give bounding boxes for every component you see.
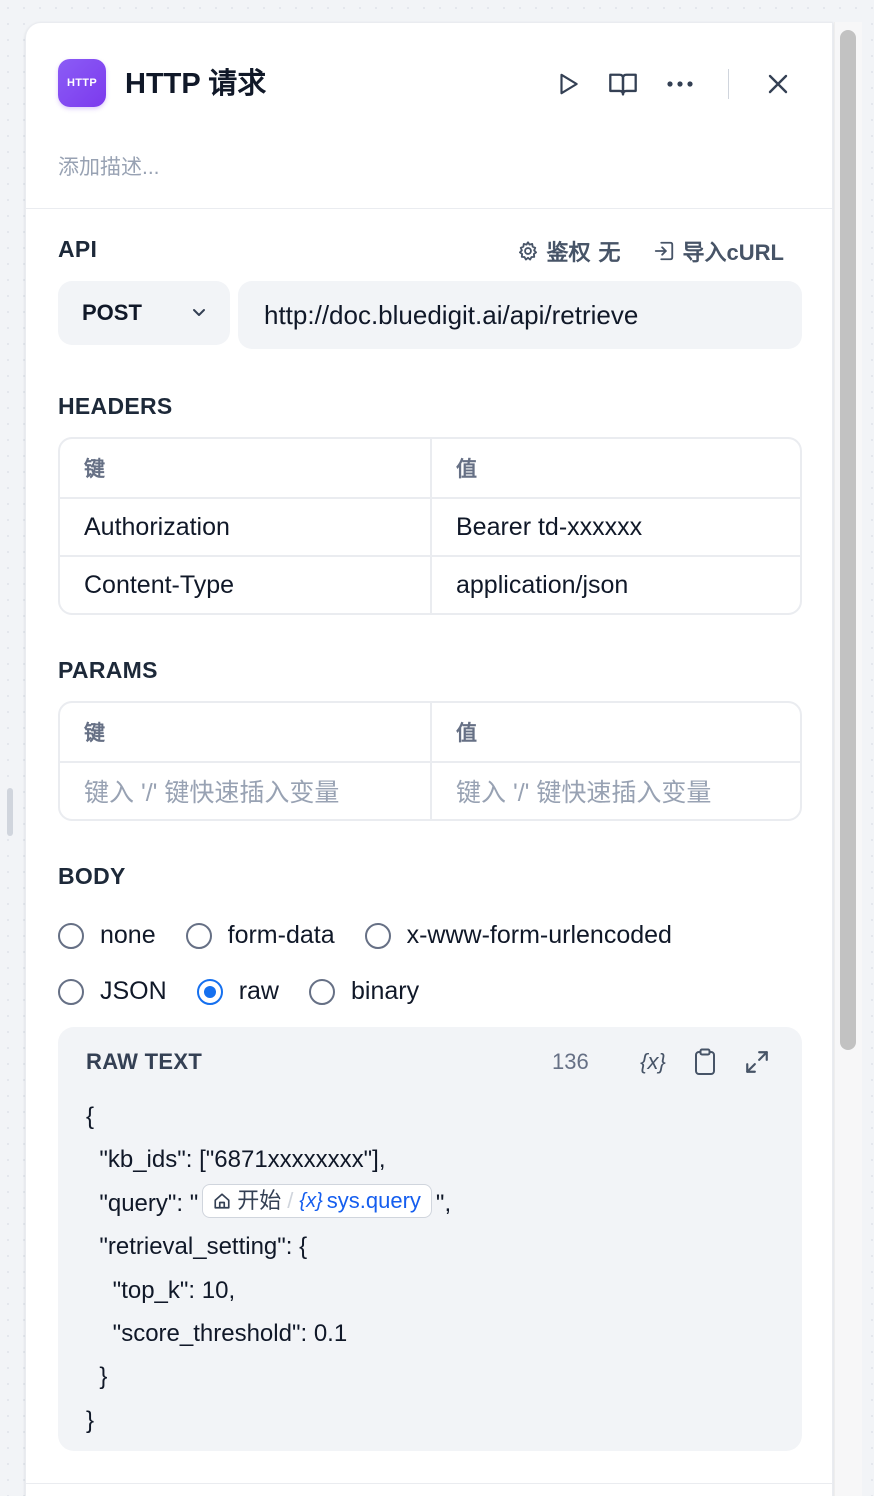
run-button[interactable] — [551, 67, 585, 101]
auth-value: 无 — [598, 240, 621, 265]
table-row: 键入 '/' 键快速插入变量 键入 '/' 键快速插入变量 — [60, 761, 800, 819]
radio-circle — [58, 922, 84, 949]
headers-section-title: HEADERS — [58, 393, 173, 419]
code-line: } — [86, 1406, 95, 1434]
radio-label: JSON — [100, 977, 167, 1005]
code-line: { — [86, 1103, 95, 1130]
chip-variable-icon: {x} — [299, 1190, 323, 1213]
home-icon — [214, 1193, 230, 1210]
http-node-panel: HTTP HTTP 请求 添加描述... API 鉴权 无 导入cURL POS… — [25, 22, 833, 1496]
headers-table: 键 值 Authorization Bearer td-xxxxxx Conte… — [58, 437, 802, 615]
code-text: "kb_ids": ["6871xxxxxxxx"], — [86, 1146, 386, 1174]
code-text: "query": " — [86, 1189, 199, 1217]
header-divider — [728, 69, 729, 99]
radio-circle — [364, 922, 391, 949]
raw-text-editor: RAW TEXT 136 {x} { "kb_ids": ["6871xxxxx… — [58, 1027, 802, 1451]
import-curl-button[interactable]: 导入cURL — [653, 235, 784, 267]
header-value-input[interactable]: application/json — [430, 557, 800, 613]
radio-none[interactable]: none — [58, 921, 156, 950]
body-type-radios-row-2: JSON raw binary — [58, 977, 449, 1006]
chip-separator: / — [287, 1188, 294, 1214]
close-button[interactable] — [761, 67, 795, 101]
radio-raw[interactable]: raw — [196, 977, 279, 1006]
editor-title: RAW TEXT — [86, 1049, 203, 1074]
method-value: POST — [82, 300, 142, 325]
key-column-header: 键 — [84, 722, 105, 745]
body-type-radios-row-1: none form-data x-www-form-urlencoded — [58, 921, 702, 950]
code-line: "kb_ids": ["6871xxxxxxxx"], — [86, 1138, 451, 1181]
body-section-title: BODY — [58, 863, 126, 889]
radio-circle — [308, 978, 335, 1005]
chip-variable-name: sys.query — [326, 1188, 421, 1214]
param-value-input[interactable]: 键入 '/' 键快速插入变量 — [430, 763, 800, 819]
insert-variable-button[interactable]: {x} — [636, 1045, 670, 1079]
radio-x-www-form-urlencoded[interactable]: x-www-form-urlencoded — [364, 921, 672, 950]
api-actions: 鉴权 无 导入cURL — [517, 235, 784, 267]
expand-icon — [746, 1051, 768, 1073]
scrollbar-thumb[interactable] — [840, 30, 856, 1050]
docs-button[interactable] — [606, 67, 640, 101]
book-icon — [609, 73, 637, 96]
header-value-input[interactable]: Bearer td-xxxxxx — [430, 499, 800, 555]
key-column-header: 键 — [84, 458, 105, 481]
radio-label: raw — [238, 977, 279, 1005]
code-line: "top_k": 10, — [86, 1276, 236, 1304]
bottom-separator — [26, 1483, 832, 1484]
radio-json[interactable]: JSON — [58, 977, 167, 1006]
auth-button[interactable]: 鉴权 无 — [517, 235, 621, 267]
code-line: "retrieval_setting": { — [86, 1233, 308, 1261]
raw-text-input[interactable]: { "kb_ids": ["6871xxxxxxxx"], "query": "… — [86, 1095, 451, 1442]
radio-binary[interactable]: binary — [308, 977, 420, 1006]
radio-circle — [185, 922, 212, 949]
value-column-header: 值 — [430, 703, 800, 761]
table-row: Authorization Bearer td-xxxxxx — [60, 497, 800, 555]
description-input[interactable]: 添加描述... — [58, 151, 160, 181]
http-node-icon: HTTP — [58, 59, 106, 107]
more-button[interactable] — [663, 67, 697, 101]
panel-header: HTTP HTTP 请求 — [58, 59, 800, 109]
play-icon — [560, 73, 578, 95]
node-title[interactable]: HTTP 请求 — [125, 67, 266, 101]
copy-button[interactable] — [688, 1045, 722, 1079]
chip-node-name: 开始 — [237, 1188, 282, 1214]
close-icon — [768, 74, 788, 94]
radio-label: none — [100, 921, 156, 949]
more-icon — [667, 81, 693, 87]
code-line: "score_threshold": 0.1 — [86, 1320, 348, 1348]
code-line: "query": " 开始 / {x} sys.query ", — [86, 1182, 451, 1225]
import-curl-label: 导入cURL — [682, 240, 784, 265]
chevron-down-icon — [193, 309, 205, 316]
param-key-input[interactable]: 键入 '/' 键快速插入变量 — [60, 763, 430, 819]
table-header-row: 键 值 — [60, 703, 800, 761]
radio-label: binary — [350, 977, 420, 1005]
code-text: ", — [435, 1189, 452, 1217]
header-key-input[interactable]: Content-Type — [60, 557, 430, 613]
auth-label: 鉴权 — [546, 240, 591, 265]
params-section-title: PARAMS — [58, 657, 158, 683]
char-count: 136 — [552, 1049, 589, 1074]
radio-circle — [58, 978, 84, 1005]
radio-circle-checked — [196, 978, 223, 1005]
table-row: Content-Type application/json — [60, 555, 800, 613]
header-key-input[interactable]: Authorization — [60, 499, 430, 555]
radio-label: form-data — [227, 921, 335, 949]
code-line: } — [86, 1363, 108, 1391]
params-table: 键 值 键入 '/' 键快速插入变量 键入 '/' 键快速插入变量 — [58, 701, 802, 821]
value-column-header: 值 — [430, 439, 800, 497]
method-select[interactable]: POST — [58, 281, 230, 345]
table-header-row: 键 值 — [60, 439, 800, 497]
radio-form-data[interactable]: form-data — [185, 921, 335, 950]
clipboard-icon — [695, 1048, 715, 1075]
api-section-title: API — [58, 236, 98, 262]
radio-label: x-www-form-urlencoded — [406, 921, 672, 949]
expand-button[interactable] — [740, 1045, 774, 1079]
variable-chip[interactable]: 开始 / {x} sys.query — [202, 1184, 432, 1219]
gear-icon — [518, 241, 537, 261]
import-icon — [654, 241, 673, 261]
header-separator — [26, 208, 832, 209]
variable-icon: {x} — [640, 1049, 666, 1074]
left-resize-handle[interactable] — [7, 788, 13, 836]
url-input[interactable]: http://doc.bluedigit.ai/api/retrieve — [238, 281, 802, 349]
